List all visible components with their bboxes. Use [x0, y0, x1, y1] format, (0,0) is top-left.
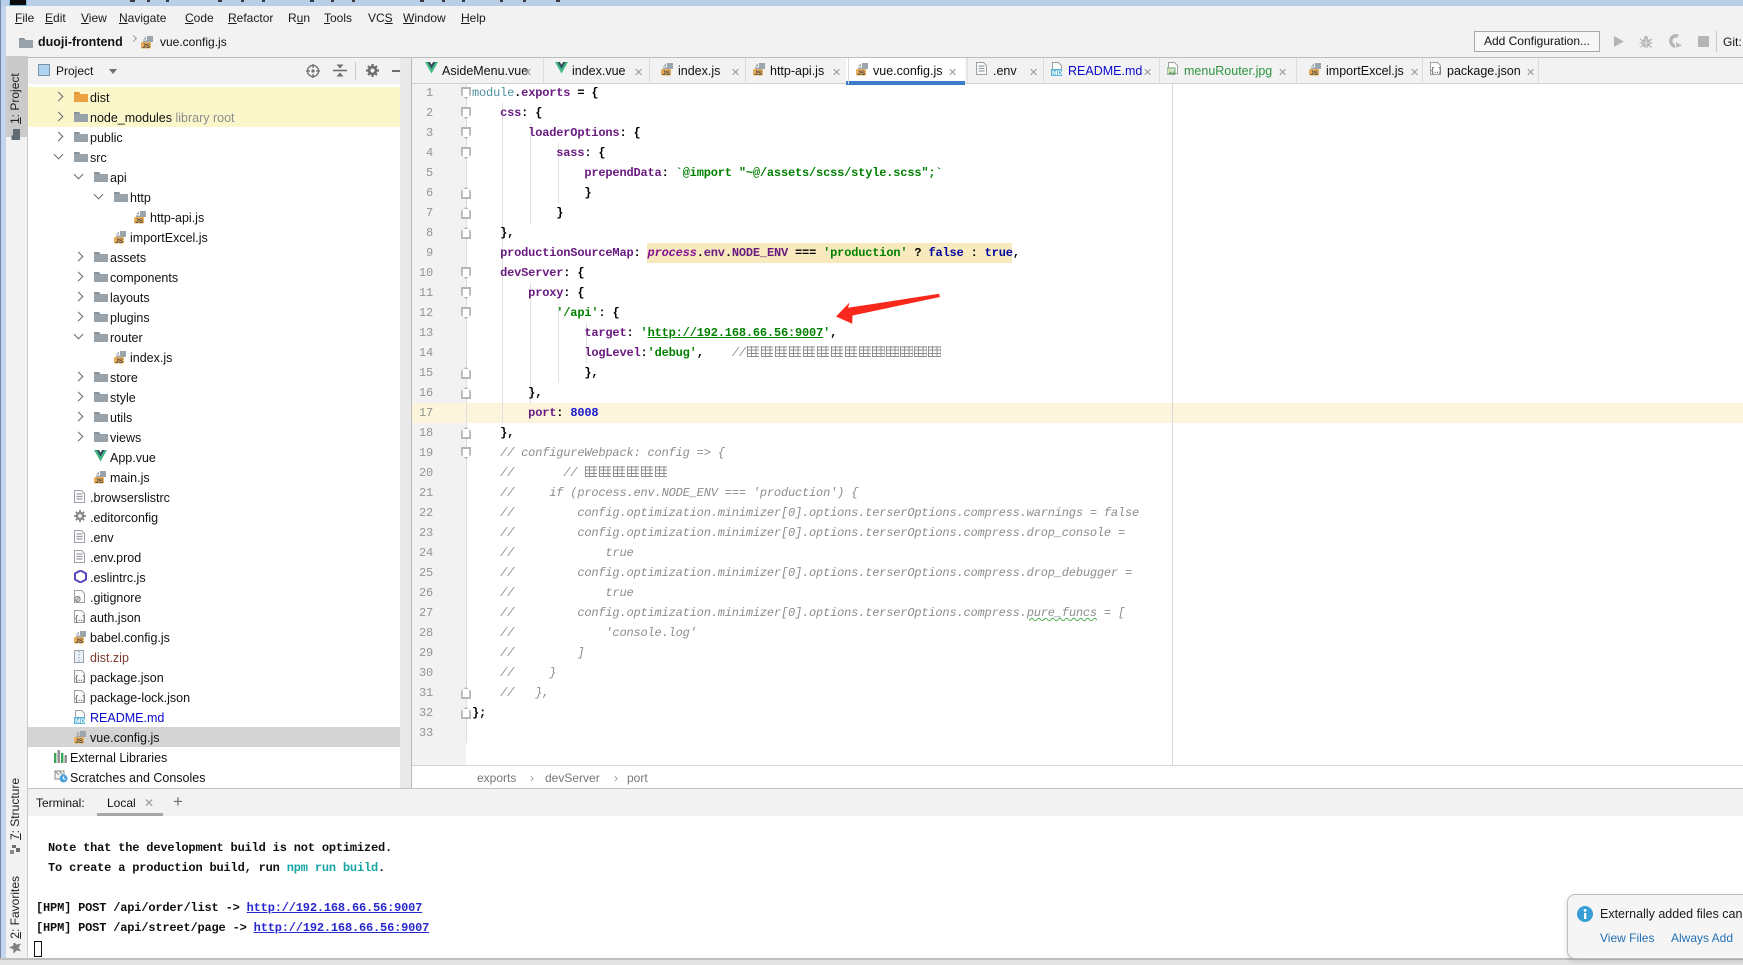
svg-text:JS: JS — [754, 70, 763, 76]
svg-text:JS: JS — [75, 738, 84, 744]
svg-text:{..}: {..} — [75, 694, 85, 703]
svg-text:JS: JS — [857, 70, 866, 76]
svg-text:MD: MD — [1052, 70, 1062, 76]
svg-text:JS: JS — [115, 238, 124, 244]
svg-text:JS: JS — [662, 70, 671, 76]
svg-text:JS: JS — [75, 638, 84, 644]
svg-text:{..}: {..} — [75, 614, 85, 623]
svg-text:{..}: {..} — [75, 674, 85, 683]
svg-text:MD: MD — [75, 718, 85, 724]
svg-text:JS: JS — [115, 358, 124, 364]
svg-text:JS: JS — [142, 43, 151, 49]
svg-text:JS: JS — [95, 478, 104, 484]
svg-text:{..}: {..} — [1431, 66, 1441, 75]
svg-text:JS: JS — [135, 218, 144, 224]
svg-text:JS: JS — [1310, 70, 1319, 76]
